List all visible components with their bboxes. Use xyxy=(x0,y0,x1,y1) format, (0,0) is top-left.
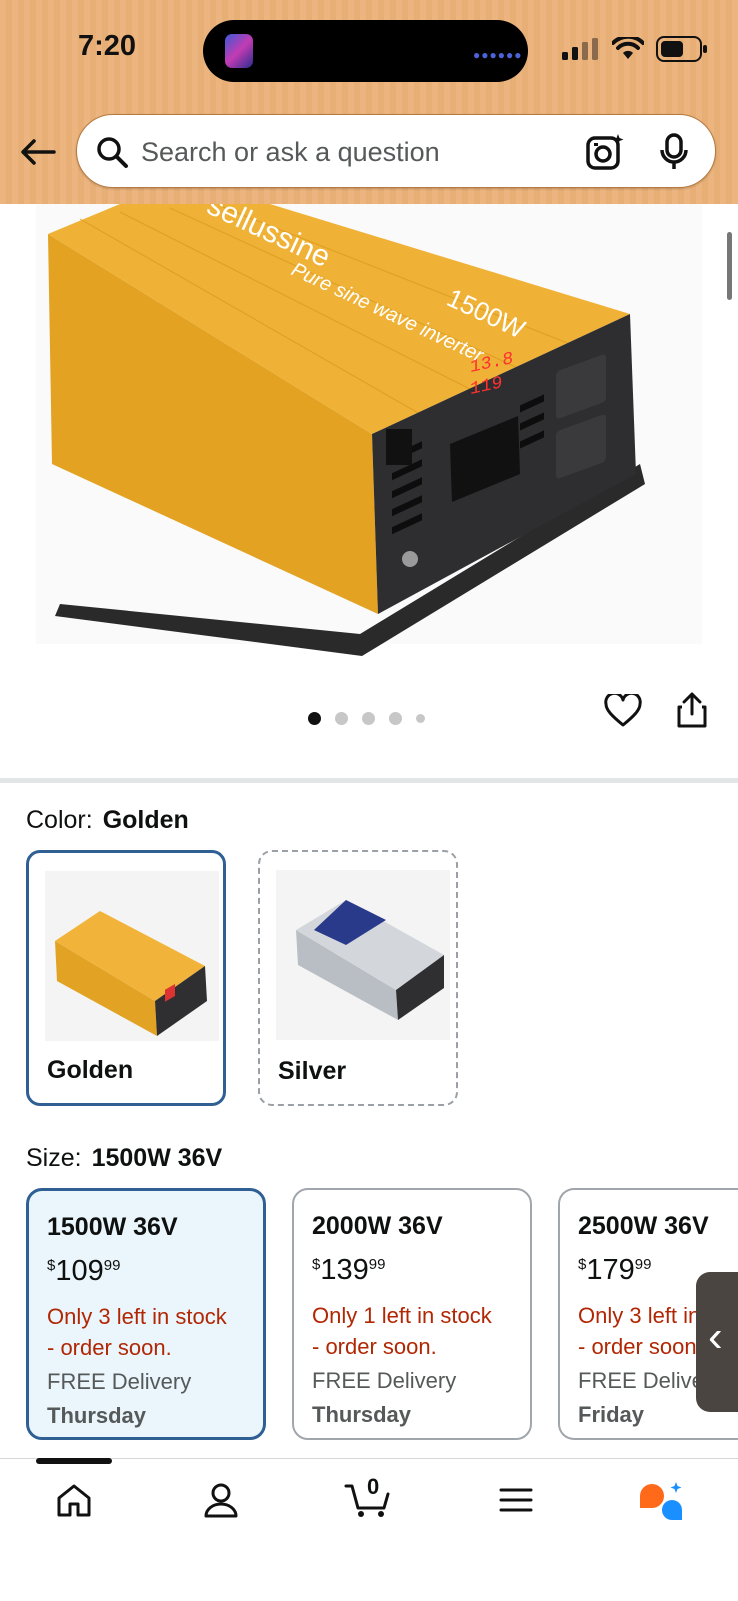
home-icon[interactable] xyxy=(56,1482,92,1518)
size-label-row: Size: 1500W 36V xyxy=(26,1144,222,1173)
active-tab-indicator xyxy=(36,1458,112,1464)
color-option-label: Silver xyxy=(278,1057,347,1085)
delivery-day: Thursday xyxy=(47,1403,147,1428)
account-icon[interactable] xyxy=(204,1482,238,1518)
camera-search-icon[interactable] xyxy=(585,133,625,171)
status-icons xyxy=(562,36,708,62)
signal-icon xyxy=(562,38,598,60)
status-time: 7:20 xyxy=(78,30,137,62)
back-arrow-icon[interactable] xyxy=(18,132,58,172)
size-selected-value: 1500W 36V xyxy=(91,1144,223,1172)
size-option-card[interactable]: 2000W 36V $13999 Only 1 left in stock - o… xyxy=(292,1188,532,1440)
share-icon[interactable] xyxy=(676,692,708,728)
color-selected-value: Golden xyxy=(102,806,189,834)
size-option-title: 1500W 36V xyxy=(47,1213,178,1241)
search-icon xyxy=(97,137,128,168)
size-option-price: $17999 xyxy=(578,1254,652,1286)
size-option-price: $13999 xyxy=(312,1254,386,1286)
color-option-golden[interactable]: Golden xyxy=(26,850,226,1106)
dynamic-island: ●●●●●● xyxy=(203,20,528,82)
size-option-title: 2000W 36V xyxy=(312,1212,443,1240)
color-label: Color: xyxy=(26,806,93,834)
menu-icon[interactable] xyxy=(498,1482,534,1518)
delivery-day: Friday xyxy=(578,1402,645,1427)
microphone-icon[interactable] xyxy=(659,133,689,171)
color-option-label: Golden xyxy=(47,1056,134,1084)
delivery-day: Thursday xyxy=(312,1402,412,1427)
battery-icon xyxy=(656,36,707,62)
product-image: 13.8 119 sellussine Pure sine wave inver… xyxy=(36,204,702,656)
chevron-left-icon: ‹ xyxy=(708,1312,723,1361)
stock-warning: Only 1 left in stock - order soon. xyxy=(312,1303,492,1359)
section-divider xyxy=(0,778,738,783)
carousel-dot[interactable] xyxy=(335,712,348,725)
search-bar[interactable]: Search or ask a question xyxy=(76,114,716,188)
color-option-silver[interactable]: Silver xyxy=(258,850,458,1106)
scrollbar[interactable] xyxy=(727,232,732,300)
carousel-dot[interactable] xyxy=(389,712,402,725)
silver-swatch-image xyxy=(276,870,450,1040)
heart-icon[interactable] xyxy=(604,694,642,728)
cart-count: 0 xyxy=(367,1474,380,1499)
search-placeholder[interactable]: Search or ask a question xyxy=(141,137,440,168)
carousel-dot[interactable] xyxy=(308,712,321,725)
carousel-indicator[interactable] xyxy=(308,712,425,725)
wifi-icon xyxy=(612,37,644,59)
size-option-title: 2500W 36V xyxy=(578,1212,709,1240)
color-label-row: Color: Golden xyxy=(26,806,189,835)
golden-swatch-image xyxy=(45,871,219,1041)
stock-warning: Only 3 left in stock- order soon. xyxy=(47,1304,227,1360)
rufus-assistant-icon[interactable] xyxy=(638,1482,686,1524)
live-activity-app-icon xyxy=(225,34,253,68)
carousel-dot[interactable] xyxy=(362,712,375,725)
app-header: 7:20 ●●●●●● Search or ask a question xyxy=(0,0,738,204)
size-option-card[interactable]: 1500W 36V $10999 Only 3 left in stock - o… xyxy=(26,1188,266,1440)
size-label: Size: xyxy=(26,1144,82,1172)
carousel-dot[interactable] xyxy=(416,714,425,723)
side-drawer-tab[interactable]: ‹ xyxy=(696,1272,738,1412)
delivery-text: FREE Delivery xyxy=(47,1369,192,1394)
size-option-price: $10999 xyxy=(47,1255,121,1287)
island-activity-dots: ●●●●●● xyxy=(473,48,523,62)
delivery-text: FREE Delivery xyxy=(312,1368,457,1393)
